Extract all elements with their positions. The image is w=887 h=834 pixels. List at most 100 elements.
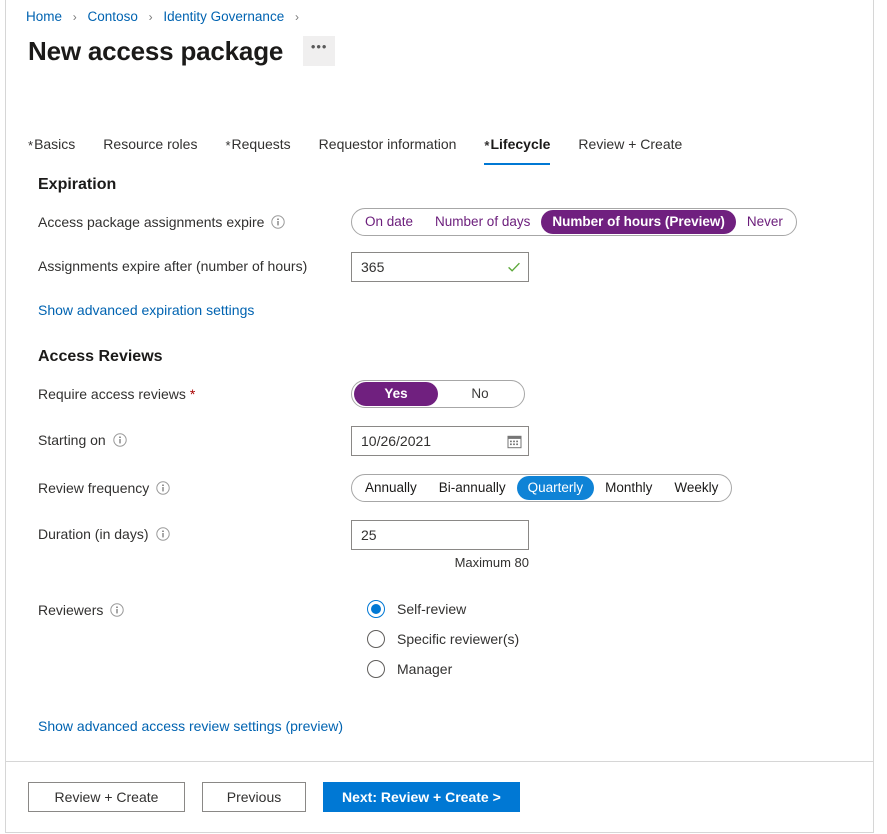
label-text: Access package assignments expire — [38, 212, 264, 232]
radio-specific-reviewers[interactable]: Specific reviewer(s) — [367, 626, 519, 652]
access-reviews-section-heading: Access Reviews — [6, 348, 873, 366]
wizard-tablist: *Basics Resource roles *Requests Request… — [28, 131, 710, 165]
label-starting-on: Starting on — [38, 426, 351, 450]
required-marker: * — [190, 384, 195, 404]
new-access-package-blade: Home › Contoso › Identity Governance › N… — [5, 0, 874, 833]
row-review-frequency: Review frequency Annually Bi-annually Qu… — [6, 474, 873, 502]
tab-label: Requests — [232, 136, 291, 152]
choice-number-of-days[interactable]: Number of days — [424, 210, 541, 234]
lifecycle-form: Expiration Access package assignments ex… — [6, 176, 873, 736]
row-starting-on: Starting on — [6, 426, 873, 456]
row-reviewers: Reviewers Self-review Specific reviewer(… — [6, 594, 873, 686]
toggle-require-access-reviews[interactable]: Yes No — [351, 380, 525, 408]
page-title: New access package — [28, 34, 283, 68]
radio-label: Self-review — [397, 601, 466, 617]
expiration-section-heading: Expiration — [6, 176, 873, 194]
radio-label: Specific reviewer(s) — [397, 631, 519, 647]
row-require-access-reviews: Require access reviews * Yes No — [6, 380, 873, 408]
calendar-icon[interactable] — [507, 434, 522, 449]
label-text: Starting on — [38, 430, 106, 450]
radio-mark-icon — [367, 660, 385, 678]
tab-requestor-information[interactable]: Requestor information — [319, 135, 457, 165]
label-text: Duration (in days) — [38, 524, 149, 544]
tab-label: Lifecycle — [490, 136, 550, 152]
tab-basics[interactable]: *Basics — [28, 135, 75, 165]
tab-required-marker: * — [225, 138, 230, 153]
choice-weekly[interactable]: Weekly — [663, 476, 729, 500]
show-advanced-access-review-settings-link[interactable]: Show advanced access review settings (pr… — [38, 718, 343, 734]
label-text: Reviewers — [38, 600, 103, 620]
previous-button[interactable]: Previous — [202, 782, 306, 812]
review-create-button[interactable]: Review + Create — [28, 782, 185, 812]
page-header: New access package ••• — [28, 34, 335, 68]
choice-monthly[interactable]: Monthly — [594, 476, 663, 500]
tab-required-marker: * — [484, 138, 489, 153]
choice-yes[interactable]: Yes — [354, 382, 438, 406]
blade-content-scroll: Home › Contoso › Identity Governance › N… — [6, 0, 873, 761]
tab-requests[interactable]: *Requests — [225, 135, 290, 165]
radio-mark-icon — [367, 600, 385, 618]
blade-footer-actionbar: Review + Create Previous Next: Review + … — [6, 761, 873, 832]
duration-field-group: Maximum 80 — [351, 520, 529, 570]
radio-self-review[interactable]: Self-review — [367, 596, 519, 622]
advanced-access-review-link-wrap: Show advanced access review settings (pr… — [6, 718, 873, 736]
tab-required-marker: * — [28, 138, 33, 153]
tab-label: Review + Create — [578, 136, 682, 152]
duration-helper-text: Maximum 80 — [351, 555, 529, 570]
choice-no[interactable]: No — [438, 382, 522, 406]
tab-label: Basics — [34, 136, 75, 152]
info-icon[interactable] — [156, 527, 170, 541]
row-expire-after-hours: Assignments expire after (number of hour… — [6, 252, 873, 282]
label-text: Require access reviews — [38, 384, 186, 404]
breadcrumb-item-home[interactable]: Home — [26, 9, 62, 24]
radio-label: Manager — [397, 661, 452, 677]
breadcrumb-separator-icon: › — [73, 10, 77, 24]
checkmark-icon — [506, 259, 522, 275]
label-reviewers: Reviewers — [38, 594, 351, 620]
tab-lifecycle[interactable]: *Lifecycle — [484, 135, 550, 165]
breadcrumb: Home › Contoso › Identity Governance › — [26, 7, 306, 27]
choice-on-date[interactable]: On date — [354, 210, 424, 234]
label-duration: Duration (in days) — [38, 520, 351, 544]
tab-label: Requestor information — [319, 136, 457, 152]
duration-field[interactable] — [351, 520, 529, 550]
choice-bi-annually[interactable]: Bi-annually — [428, 476, 517, 500]
row-assignments-expire: Access package assignments expire On dat… — [6, 208, 873, 236]
choicegroup-assignments-expire[interactable]: On date Number of days Number of hours (… — [351, 208, 797, 236]
next-review-create-button[interactable]: Next: Review + Create > — [323, 782, 520, 812]
label-review-frequency: Review frequency — [38, 474, 351, 498]
show-advanced-expiration-settings-link[interactable]: Show advanced expiration settings — [38, 302, 254, 318]
choicegroup-review-frequency[interactable]: Annually Bi-annually Quarterly Monthly W… — [351, 474, 732, 502]
radio-manager[interactable]: Manager — [367, 656, 519, 682]
label-assignments-expire: Access package assignments expire — [38, 208, 351, 232]
tab-review-create[interactable]: Review + Create — [578, 135, 682, 165]
starting-on-datefield[interactable] — [351, 426, 529, 456]
breadcrumb-item-contoso[interactable]: Contoso — [88, 9, 138, 24]
advanced-expiration-link-wrap: Show advanced expiration settings — [6, 302, 873, 320]
choice-never[interactable]: Never — [736, 210, 794, 234]
ellipsis-icon: ••• — [311, 43, 328, 51]
label-text: Review frequency — [38, 478, 149, 498]
breadcrumb-separator-icon: › — [149, 10, 153, 24]
tab-resource-roles[interactable]: Resource roles — [103, 135, 197, 165]
choice-number-of-hours-preview[interactable]: Number of hours (Preview) — [541, 210, 736, 234]
breadcrumb-separator-icon: › — [295, 10, 299, 24]
more-options-button[interactable]: ••• — [303, 36, 335, 66]
info-icon[interactable] — [156, 481, 170, 495]
label-require-access-reviews: Require access reviews * — [38, 380, 351, 404]
choice-annually[interactable]: Annually — [354, 476, 428, 500]
radiogroup-reviewers[interactable]: Self-review Specific reviewer(s) Manager — [367, 594, 519, 686]
starting-on-input[interactable] — [361, 433, 503, 449]
label-expire-after-hours: Assignments expire after (number of hour… — [38, 252, 351, 276]
expire-after-hours-input[interactable] — [361, 259, 502, 275]
choice-quarterly[interactable]: Quarterly — [517, 476, 595, 500]
info-icon[interactable] — [271, 215, 285, 229]
radio-mark-icon — [367, 630, 385, 648]
expire-after-hours-field[interactable] — [351, 252, 529, 282]
info-icon[interactable] — [110, 603, 124, 617]
duration-input[interactable] — [361, 527, 522, 543]
info-icon[interactable] — [113, 433, 127, 447]
tab-label: Resource roles — [103, 136, 197, 152]
row-duration: Duration (in days) Maximum 80 — [6, 520, 873, 570]
breadcrumb-item-identity-governance[interactable]: Identity Governance — [163, 9, 284, 24]
